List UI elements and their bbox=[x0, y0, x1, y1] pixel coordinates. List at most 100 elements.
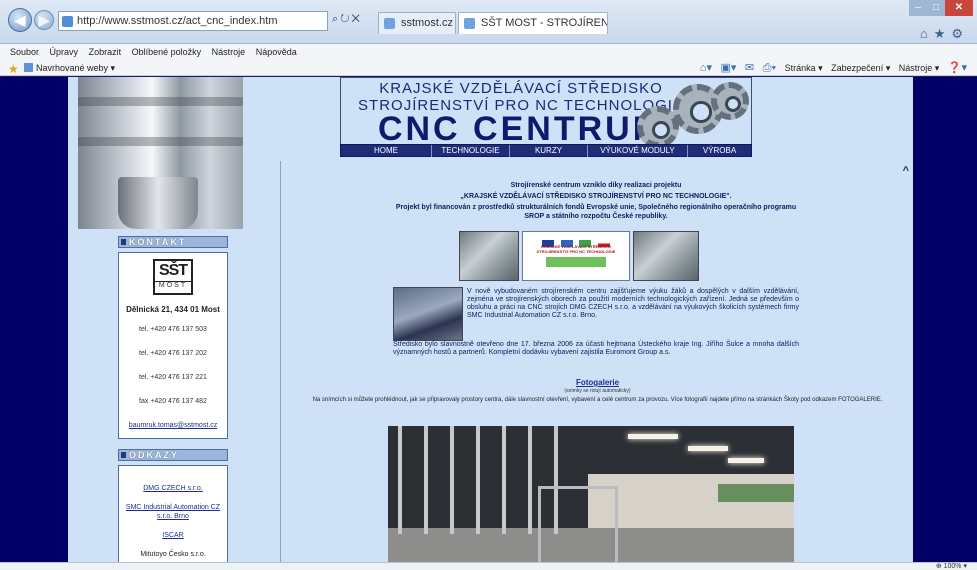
school-address: Dělnická 21, 434 01 Most bbox=[126, 305, 220, 314]
main-navigation: HOME TECHNOLOGIE KURZY VÝUKOVÉ MODULY VÝ… bbox=[340, 144, 752, 157]
menu-oblibene[interactable]: Oblíbené položky bbox=[132, 47, 202, 57]
photo-frame-post bbox=[476, 426, 480, 534]
gallery-text: Na snímcích si můžete prohlédnout, jak s… bbox=[312, 397, 883, 403]
tools-menu[interactable]: Nástroje ▾ bbox=[899, 63, 940, 73]
photo-frame-post bbox=[502, 426, 506, 534]
command-bar: ⌂▾ ▣▾ ✉ ⎙▾ Stránka ▾ Zabezpečení ▾ Nástr… bbox=[694, 60, 967, 76]
search-icon[interactable]: ⌕ bbox=[332, 13, 340, 25]
photo-frame-post bbox=[450, 426, 454, 534]
forward-button[interactable]: ▶ bbox=[34, 10, 54, 30]
opening-ceremony-photo bbox=[393, 287, 463, 341]
maximize-button[interactable]: □ bbox=[927, 0, 945, 16]
tab-sstmost[interactable]: sstmost.cz bbox=[378, 12, 456, 34]
zoom-level[interactable]: ⊕ 100% ▾ bbox=[936, 562, 967, 570]
eu-flags bbox=[523, 234, 629, 247]
gallery-note: (snímky se rolují automaticky) bbox=[564, 388, 631, 394]
kontakt-box: SŠT MOST Dělnická 21, 434 01 Most tel. +… bbox=[118, 252, 228, 439]
odkazy-box: DMG CZECH s.r.o. SMC Industrial Automati… bbox=[118, 465, 228, 562]
spindle-band bbox=[78, 97, 243, 106]
email-link[interactable]: baumruk.tomas@sstmost.cz bbox=[119, 422, 227, 429]
menu-bar: Soubor Úpravy Zobrazit Oblíbené položky … bbox=[0, 44, 977, 60]
sign-green-strip bbox=[546, 257, 606, 267]
feeds-icon[interactable]: ▣▾ bbox=[720, 62, 736, 74]
scroll-up-icon[interactable]: ^ bbox=[903, 165, 909, 177]
favorites-bar: ★ Navrhované weby ▾ ⌂▾ ▣▾ ✉ ⎙▾ Stránka ▾… bbox=[0, 60, 977, 76]
refresh-icon[interactable]: ↻ bbox=[340, 13, 351, 25]
gears-graphic bbox=[637, 78, 749, 148]
menu-nastroje[interactable]: Nástroje bbox=[212, 47, 246, 57]
school-logo: SŠT MOST bbox=[153, 259, 193, 295]
photo-frame-post bbox=[528, 426, 532, 534]
safety-menu[interactable]: Zabezpečení ▾ bbox=[831, 63, 890, 73]
link-smc[interactable]: SMC Industrial Automation CZ s.r.o. Brno bbox=[119, 503, 227, 521]
gallery-slideshow-photo bbox=[388, 426, 794, 562]
cutting-tool bbox=[118, 177, 198, 229]
menu-zobrazit[interactable]: Zobrazit bbox=[89, 47, 122, 57]
photo-frame-post bbox=[398, 426, 402, 534]
page-body: KONTAKT SŠT MOST Dělnická 21, 434 01 Mos… bbox=[68, 77, 913, 562]
link-mitutoyo[interactable]: Mitutoyo Česko s.r.o. bbox=[119, 550, 227, 559]
browser-title-bar: ◀ ▶ http://www.sstmost.cz/act_cnc_index.… bbox=[0, 0, 977, 44]
phone-3: tel. +420 476 137 221 bbox=[139, 374, 207, 381]
home-icon[interactable]: ⌂ bbox=[920, 26, 934, 41]
menu-napoveda[interactable]: Nápověda bbox=[256, 47, 297, 57]
settings-gear-icon[interactable]: ⚙ bbox=[951, 26, 969, 41]
spindle-band bbox=[78, 137, 243, 146]
favorites-star-icon[interactable]: ★ bbox=[934, 26, 952, 41]
tab-label: sstmost.cz bbox=[401, 17, 453, 29]
tab-favicon-icon bbox=[384, 18, 395, 29]
back-button[interactable]: ◀ bbox=[8, 8, 32, 32]
odkazy-title: ODKAZY bbox=[118, 449, 228, 461]
phone-2: tel. +420 476 137 202 bbox=[139, 350, 207, 357]
project-sign-image: KRAJSKÉ VZDĚLÁVACÍ STŘEDISKO STROJÍRENST… bbox=[522, 231, 630, 281]
menu-upravy[interactable]: Úpravy bbox=[50, 47, 79, 57]
browser-toolbar-icons: ⌂★⚙ bbox=[920, 26, 969, 42]
favorites-star-icon[interactable]: ★ bbox=[8, 61, 19, 77]
nav-home[interactable]: HOME bbox=[341, 145, 431, 157]
minimize-button[interactable]: – bbox=[909, 0, 927, 16]
left-sidebar: KONTAKT SŠT MOST Dělnická 21, 434 01 Mos… bbox=[68, 77, 243, 562]
gallery-link[interactable]: Fotogalerie bbox=[281, 378, 914, 387]
page-menu[interactable]: Stránka ▾ bbox=[785, 63, 823, 73]
nav-vyroba[interactable]: VÝROBA bbox=[687, 145, 751, 157]
address-url: http://www.sstmost.cz/act_cnc_index.htm bbox=[77, 15, 278, 27]
home-command-icon[interactable]: ⌂▾ bbox=[700, 62, 712, 74]
nav-technologie[interactable]: TECHNOLOGIE bbox=[431, 145, 509, 157]
suggested-sites[interactable]: Navrhované weby ▾ bbox=[24, 60, 115, 76]
site-favicon-icon bbox=[62, 16, 73, 27]
content-panel: ^ Strojírenské centrum vzniklo díky real… bbox=[280, 161, 913, 562]
paragraph-opening: Středisko bylo slavnostně otevřeno dne 1… bbox=[393, 341, 799, 356]
suggested-sites-icon bbox=[24, 63, 33, 72]
stop-icon[interactable]: ✕ bbox=[351, 13, 361, 25]
window-controls: – □ ✕ bbox=[909, 0, 973, 16]
nav-vyukove-moduly[interactable]: VÝUKOVÉ MODULY bbox=[587, 145, 687, 157]
workshop-photo-1 bbox=[459, 231, 519, 281]
print-icon[interactable]: ⎙▾ bbox=[763, 62, 776, 74]
tab-label: SŠT MOST - STROJÍRENSKÉ ... bbox=[481, 17, 608, 29]
nav-kurzy[interactable]: KURZY bbox=[509, 145, 587, 157]
help-icon[interactable]: ❓▾ bbox=[948, 62, 967, 74]
photo-frame-post bbox=[424, 426, 428, 534]
gear-icon bbox=[711, 82, 749, 120]
link-dmg[interactable]: DMG CZECH s.r.o. bbox=[119, 484, 227, 493]
logo-subtext: MOST bbox=[155, 281, 191, 289]
mail-icon[interactable]: ✉ bbox=[745, 62, 754, 74]
address-bar[interactable]: http://www.sstmost.cz/act_cnc_index.htm bbox=[58, 11, 328, 31]
tab-active[interactable]: SŠT MOST - STROJÍRENSKÉ ... × bbox=[458, 12, 608, 34]
address-tools[interactable]: ⌕↻✕ bbox=[332, 13, 362, 26]
close-window-button[interactable]: ✕ bbox=[945, 0, 973, 16]
tab-favicon-icon bbox=[464, 18, 475, 29]
status-bar: ⊕ 100% ▾ bbox=[0, 562, 977, 570]
photo-lamp bbox=[688, 446, 728, 451]
sign-text: KRAJSKÉ VZDĚLÁVACÍ STŘEDISKO STROJÍRENST… bbox=[536, 244, 616, 254]
intro-line-1: Strojírenské centrum vzniklo díky realiz… bbox=[510, 182, 682, 189]
zoom-value: 100% bbox=[943, 563, 962, 570]
photo-lamp bbox=[728, 458, 764, 463]
workshop-photo-2 bbox=[633, 231, 699, 281]
suggested-sites-label: Navrhované weby ▾ bbox=[36, 63, 116, 73]
logo-text: SŠT bbox=[158, 262, 188, 279]
link-iscar[interactable]: ISCAR bbox=[119, 531, 227, 540]
intro-line-3: Projekt byl financován z prostředků stru… bbox=[395, 204, 797, 220]
cnc-spindle-image bbox=[78, 77, 243, 229]
menu-soubor[interactable]: Soubor bbox=[10, 47, 39, 57]
